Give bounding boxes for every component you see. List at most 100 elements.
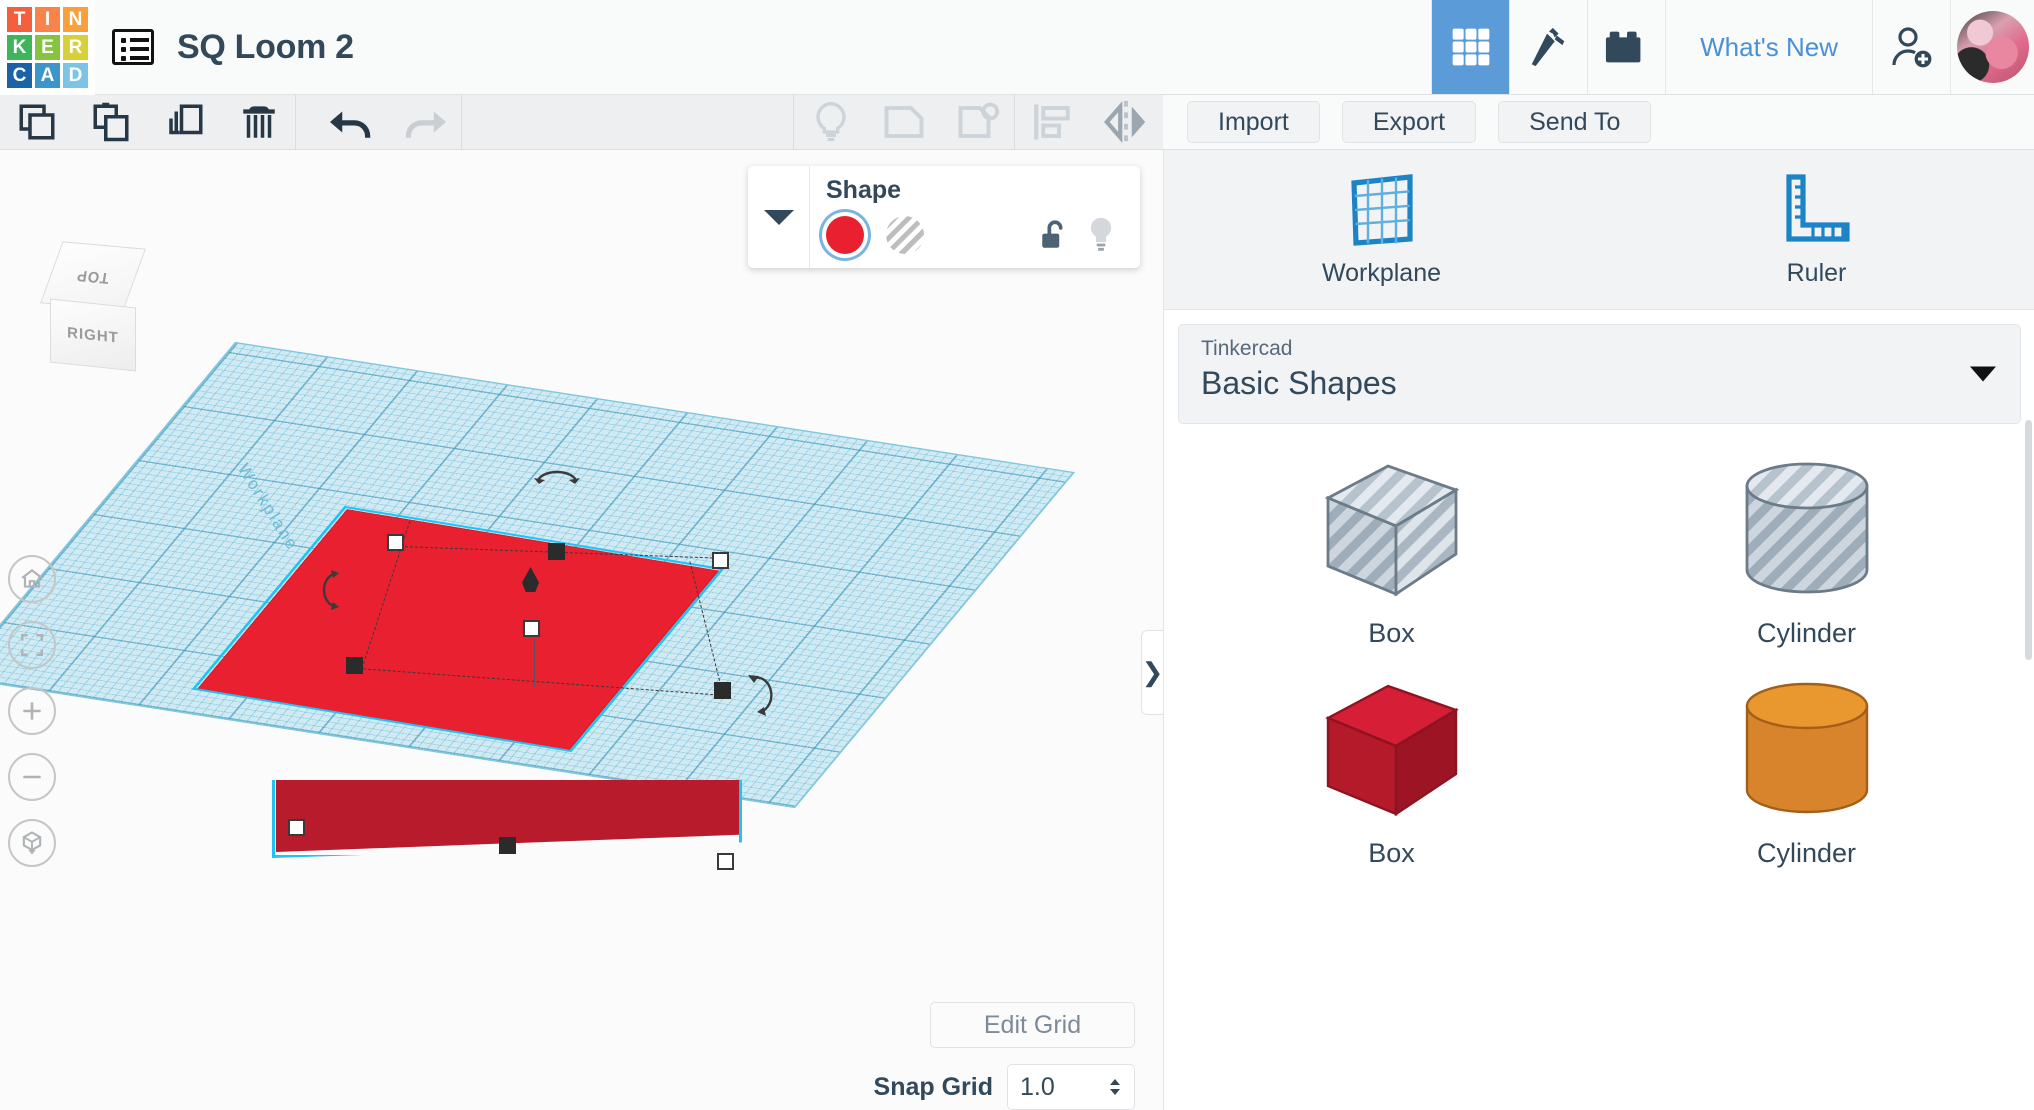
view-cube-top-label: TOP [75, 265, 111, 287]
minus-icon [23, 775, 41, 779]
add-user-button[interactable] [1872, 0, 1950, 94]
import-button[interactable]: Import [1187, 101, 1320, 143]
logo-tile: D [63, 63, 88, 88]
duplicate-button[interactable] [148, 95, 222, 150]
cylinder-hole-icon [1745, 462, 1868, 594]
shape-panel-controls [826, 215, 1124, 255]
send-to-button[interactable]: Send To [1498, 101, 1652, 143]
view-cube-front-label: RIGHT [67, 323, 119, 347]
group-button[interactable] [867, 95, 941, 150]
shape-thumbnail [1312, 450, 1472, 610]
shape-thumbnail [1737, 670, 1877, 830]
light-button[interactable] [793, 94, 867, 150]
workplane-tool-label: Workplane [1321, 259, 1442, 287]
panel-collapse-button[interactable]: ❯ [1141, 630, 1163, 715]
scale-handle-center[interactable] [523, 620, 540, 637]
logo-tile: C [7, 63, 32, 88]
logo-tile: I [35, 7, 60, 32]
list-menu-icon[interactable] [95, 0, 171, 94]
redo-arrow-icon [405, 111, 446, 138]
trash-icon [242, 106, 275, 138]
box-hole-icon [1324, 464, 1459, 597]
fit-to-view-button[interactable] [8, 621, 56, 669]
snap-grid-value: 1.0 [1020, 1072, 1055, 1101]
avatar-image [1956, 11, 2029, 83]
scale-handle-corner[interactable] [288, 819, 305, 836]
rotate-handle-right[interactable] [744, 672, 778, 718]
top-header-bar: T I N K E R C A D SQ Loom 2 What's New [0, 0, 2034, 95]
shape-cylinder-hole[interactable]: Cylinder [1619, 450, 1994, 666]
shape-panel-collapse-button[interactable] [748, 166, 810, 268]
redo-button[interactable] [388, 94, 462, 150]
zoom-out-button[interactable] [8, 753, 56, 801]
unlocked-padlock-icon [1042, 220, 1063, 248]
ungroup-button[interactable] [941, 94, 1015, 150]
paste-button[interactable] [74, 95, 148, 150]
snap-grid-select[interactable]: 1.0 [1007, 1064, 1135, 1110]
sidebar-tools-row: Workplane Ruler [1164, 150, 2034, 310]
logo-tile: N [63, 7, 88, 32]
scene: Workplane [0, 150, 1163, 1110]
lock-toggle-button[interactable] [1032, 216, 1078, 254]
copy-button[interactable] [0, 95, 74, 150]
edit-grid-button[interactable]: Edit Grid [930, 1002, 1135, 1048]
tinkercad-logo[interactable]: T I N K E R C A D [0, 0, 95, 95]
library-selected: Basic Shapes [1201, 365, 1397, 401]
scale-handle-corner[interactable] [717, 853, 734, 870]
scale-handle-edge[interactable] [714, 682, 731, 699]
3d-viewport[interactable]: Workplane TOP RIGHT ❯ Edit Grid Snap Gri… [0, 150, 1163, 1110]
chevron-down-icon [763, 209, 794, 225]
library-owner: Tinkercad [1201, 337, 1293, 360]
view-cube[interactable]: TOP RIGHT [38, 241, 158, 375]
height-handle-stem [534, 639, 535, 687]
export-button[interactable]: Export [1341, 101, 1477, 143]
solid-color-swatch[interactable] [826, 216, 864, 254]
shape-panel-title: Shape [826, 176, 902, 204]
tab-3d-design[interactable] [1431, 0, 1510, 94]
file-actions-bar: Import Export Send To [1163, 95, 2034, 150]
align-button[interactable] [1015, 95, 1089, 150]
mirror-button[interactable] [1089, 95, 1163, 150]
shape-library-selector[interactable]: Tinkercad Basic Shapes [1178, 324, 2021, 424]
shape-label: Box [1368, 618, 1415, 648]
pickaxe-icon [1531, 27, 1564, 67]
grid-controls: Edit Grid Snap Grid 1.0 [815, 1002, 1135, 1110]
cylinder-solid-icon [1745, 682, 1868, 814]
rotate-handle-top[interactable] [532, 462, 582, 490]
snap-grid-label: Snap Grid [873, 1072, 993, 1101]
shape-label: Cylinder [1756, 618, 1857, 648]
scale-handle-corner[interactable] [387, 534, 404, 551]
scale-handle-edge[interactable] [548, 543, 565, 560]
delete-button[interactable] [222, 94, 296, 150]
ruler-tool-label: Ruler [1786, 259, 1847, 287]
chevron-down-icon [1970, 366, 1996, 382]
avatar[interactable] [1950, 0, 2034, 94]
view-cube-front-face[interactable]: RIGHT [50, 298, 136, 372]
tab-minecraft[interactable] [1509, 0, 1587, 94]
scale-handle-corner[interactable] [712, 552, 729, 569]
shape-cylinder-orange[interactable]: Cylinder [1619, 670, 1994, 886]
scale-handle-edge[interactable] [499, 837, 516, 854]
zoom-in-button[interactable] [8, 687, 56, 735]
sidebar-scrollbar[interactable] [2025, 420, 2032, 660]
scale-handle-edge[interactable] [346, 657, 363, 674]
lightbulb-icon [815, 101, 846, 142]
shape-box-hole[interactable]: Box [1204, 450, 1579, 666]
ruler-tool[interactable]: Ruler [1599, 150, 2034, 309]
shape-box-red[interactable]: Box [1204, 670, 1579, 886]
whats-new-link[interactable]: What's New [1665, 0, 1872, 94]
undo-button[interactable] [314, 95, 388, 150]
workplane-tool[interactable]: Workplane [1164, 150, 1599, 309]
fit-frame-icon [21, 634, 43, 656]
clipboard-paste-icon [93, 102, 129, 142]
workplane-grid-icon [1350, 174, 1413, 246]
light-toggle-button[interactable] [1078, 215, 1124, 255]
hole-swatch[interactable] [886, 216, 924, 254]
tab-bricks[interactable] [1587, 0, 1665, 94]
home-view-button[interactable] [8, 555, 56, 603]
box-solid-icon [1324, 684, 1459, 817]
projection-toggle-button[interactable] [8, 819, 56, 867]
rotate-handle-left[interactable] [320, 568, 352, 612]
logo-tile: K [7, 35, 32, 60]
page-title[interactable]: SQ Loom 2 [171, 0, 354, 94]
